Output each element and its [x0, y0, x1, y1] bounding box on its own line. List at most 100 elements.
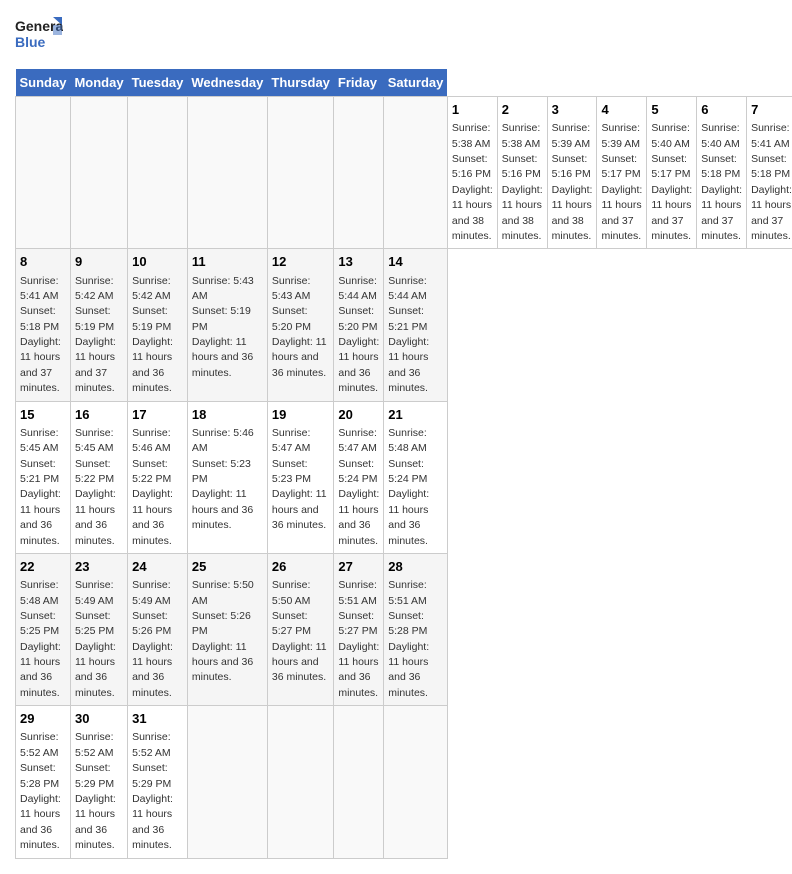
calendar-cell [384, 97, 448, 249]
day-number: 17 [132, 406, 183, 424]
day-number: 27 [338, 558, 379, 576]
calendar-cell [334, 706, 384, 858]
day-info: Sunrise: 5:48 AMSunset: 5:25 PMDaylight:… [20, 579, 61, 699]
day-info: Sunrise: 5:49 AMSunset: 5:26 PMDaylight:… [132, 579, 173, 699]
calendar-cell [187, 97, 267, 249]
calendar-cell [187, 706, 267, 858]
day-info: Sunrise: 5:48 AMSunset: 5:24 PMDaylight:… [388, 427, 429, 547]
logo-svg: General Blue [15, 15, 63, 59]
calendar-cell: 5 Sunrise: 5:40 AMSunset: 5:17 PMDaylight… [647, 97, 697, 249]
calendar-cell: 6Sunrise: 5:40 AMSunset: 5:18 PMDaylight… [697, 97, 747, 249]
calendar-cell [267, 706, 334, 858]
day-number: 18 [192, 406, 263, 424]
day-info: Sunrise: 5:43 AMSunset: 5:19 PMDaylight:… [192, 275, 254, 379]
day-info: Sunrise: 5:47 AMSunset: 5:24 PMDaylight:… [338, 427, 379, 547]
calendar-cell: 7Sunrise: 5:41 AMSunset: 5:18 PMDaylight… [747, 97, 792, 249]
calendar-cell: 3Sunrise: 5:39 AMSunset: 5:16 PMDaylight… [547, 97, 597, 249]
svg-text:Blue: Blue [15, 34, 46, 50]
day-info: Sunrise: 5:49 AMSunset: 5:25 PMDaylight:… [75, 579, 116, 699]
page-header: General Blue [15, 15, 777, 59]
calendar-cell [16, 97, 71, 249]
calendar-week-row: 1 Sunrise: 5:38 AMSunset: 5:16 PMDaylight… [16, 97, 792, 249]
day-info: Sunrise: 5:46 AMSunset: 5:23 PMDaylight:… [192, 427, 254, 531]
calendar-table: SundayMondayTuesdayWednesdayThursdayFrid… [15, 69, 792, 859]
calendar-week-row: 22 Sunrise: 5:48 AMSunset: 5:25 PMDayligh… [16, 553, 792, 705]
calendar-cell: 22 Sunrise: 5:48 AMSunset: 5:25 PMDayligh… [16, 553, 71, 705]
calendar-cell [70, 97, 127, 249]
calendar-cell: 20 Sunrise: 5:47 AMSunset: 5:24 PMDayligh… [334, 401, 384, 553]
day-number: 9 [75, 253, 123, 271]
calendar-cell: 15Sunrise: 5:45 AMSunset: 5:21 PMDayligh… [16, 401, 71, 553]
calendar-cell: 11 Sunrise: 5:43 AMSunset: 5:19 PMDayligh… [187, 249, 267, 401]
day-info: Sunrise: 5:44 AMSunset: 5:21 PMDaylight:… [388, 275, 429, 395]
day-info: Sunrise: 5:52 AMSunset: 5:29 PMDaylight:… [132, 731, 173, 851]
calendar-cell: 24 Sunrise: 5:49 AMSunset: 5:26 PMDayligh… [128, 553, 188, 705]
calendar-week-row: 15Sunrise: 5:45 AMSunset: 5:21 PMDayligh… [16, 401, 792, 553]
calendar-cell: 10Sunrise: 5:42 AMSunset: 5:19 PMDayligh… [128, 249, 188, 401]
calendar-cell: 4Sunrise: 5:39 AMSunset: 5:17 PMDaylight… [597, 97, 647, 249]
day-info: Sunrise: 5:52 AMSunset: 5:28 PMDaylight:… [20, 731, 61, 851]
day-info: Sunrise: 5:51 AMSunset: 5:28 PMDaylight:… [388, 579, 429, 699]
day-number: 11 [192, 253, 263, 271]
day-info: Sunrise: 5:45 AMSunset: 5:21 PMDaylight:… [20, 427, 61, 547]
day-number: 4 [601, 101, 642, 119]
day-info: Sunrise: 5:51 AMSunset: 5:27 PMDaylight:… [338, 579, 379, 699]
day-number: 8 [20, 253, 66, 271]
day-info: Sunrise: 5:50 AMSunset: 5:27 PMDaylight:… [272, 579, 327, 683]
calendar-cell: 12Sunrise: 5:43 AMSunset: 5:20 PMDayligh… [267, 249, 334, 401]
calendar-cell: 18 Sunrise: 5:46 AMSunset: 5:23 PMDayligh… [187, 401, 267, 553]
day-info: Sunrise: 5:41 AMSunset: 5:18 PMDaylight:… [20, 275, 61, 395]
day-info: Sunrise: 5:44 AMSunset: 5:20 PMDaylight:… [338, 275, 379, 395]
column-header-sunday: Sunday [16, 69, 71, 97]
calendar-cell: 30 Sunrise: 5:52 AMSunset: 5:29 PMDayligh… [70, 706, 127, 858]
day-number: 16 [75, 406, 123, 424]
calendar-cell [384, 706, 448, 858]
day-number: 29 [20, 710, 66, 728]
day-number: 28 [388, 558, 443, 576]
day-number: 25 [192, 558, 263, 576]
column-header-friday: Friday [334, 69, 384, 97]
day-info: Sunrise: 5:52 AMSunset: 5:29 PMDaylight:… [75, 731, 116, 851]
day-info: Sunrise: 5:47 AMSunset: 5:23 PMDaylight:… [272, 427, 327, 531]
calendar-cell: 29 Sunrise: 5:52 AMSunset: 5:28 PMDayligh… [16, 706, 71, 858]
calendar-cell: 23Sunrise: 5:49 AMSunset: 5:25 PMDayligh… [70, 553, 127, 705]
day-number: 20 [338, 406, 379, 424]
column-header-tuesday: Tuesday [128, 69, 188, 97]
column-header-monday: Monday [70, 69, 127, 97]
column-header-saturday: Saturday [384, 69, 448, 97]
calendar-cell: 8 Sunrise: 5:41 AMSunset: 5:18 PMDaylight… [16, 249, 71, 401]
day-number: 5 [651, 101, 692, 119]
day-number: 2 [502, 101, 543, 119]
column-header-thursday: Thursday [267, 69, 334, 97]
day-number: 30 [75, 710, 123, 728]
day-number: 24 [132, 558, 183, 576]
calendar-cell: 31 Sunrise: 5:52 AMSunset: 5:29 PMDayligh… [128, 706, 188, 858]
calendar-week-row: 29 Sunrise: 5:52 AMSunset: 5:28 PMDayligh… [16, 706, 792, 858]
calendar-cell: 26Sunrise: 5:50 AMSunset: 5:27 PMDayligh… [267, 553, 334, 705]
day-info: Sunrise: 5:50 AMSunset: 5:26 PMDaylight:… [192, 579, 254, 683]
column-header-wednesday: Wednesday [187, 69, 267, 97]
calendar-cell [128, 97, 188, 249]
day-number: 1 [452, 101, 493, 119]
day-number: 13 [338, 253, 379, 271]
calendar-cell: 19 Sunrise: 5:47 AMSunset: 5:23 PMDayligh… [267, 401, 334, 553]
day-number: 6 [701, 101, 742, 119]
calendar-cell: 14Sunrise: 5:44 AMSunset: 5:21 PMDayligh… [384, 249, 448, 401]
day-number: 22 [20, 558, 66, 576]
day-info: Sunrise: 5:45 AMSunset: 5:22 PMDaylight:… [75, 427, 116, 547]
calendar-cell: 28 Sunrise: 5:51 AMSunset: 5:28 PMDayligh… [384, 553, 448, 705]
calendar-cell [334, 97, 384, 249]
day-info: Sunrise: 5:38 AMSunset: 5:16 PMDaylight:… [452, 122, 493, 242]
day-info: Sunrise: 5:40 AMSunset: 5:17 PMDaylight:… [651, 122, 692, 242]
day-number: 7 [751, 101, 792, 119]
calendar-cell [267, 97, 334, 249]
calendar-cell: 1 Sunrise: 5:38 AMSunset: 5:16 PMDaylight… [447, 97, 497, 249]
calendar-cell: 27 Sunrise: 5:51 AMSunset: 5:27 PMDayligh… [334, 553, 384, 705]
calendar-cell: 16 Sunrise: 5:45 AMSunset: 5:22 PMDayligh… [70, 401, 127, 553]
calendar-cell: 13 Sunrise: 5:44 AMSunset: 5:20 PMDayligh… [334, 249, 384, 401]
day-number: 19 [272, 406, 330, 424]
calendar-cell: 25 Sunrise: 5:50 AMSunset: 5:26 PMDayligh… [187, 553, 267, 705]
day-number: 31 [132, 710, 183, 728]
day-info: Sunrise: 5:42 AMSunset: 5:19 PMDaylight:… [132, 275, 173, 395]
day-info: Sunrise: 5:43 AMSunset: 5:20 PMDaylight:… [272, 275, 327, 379]
